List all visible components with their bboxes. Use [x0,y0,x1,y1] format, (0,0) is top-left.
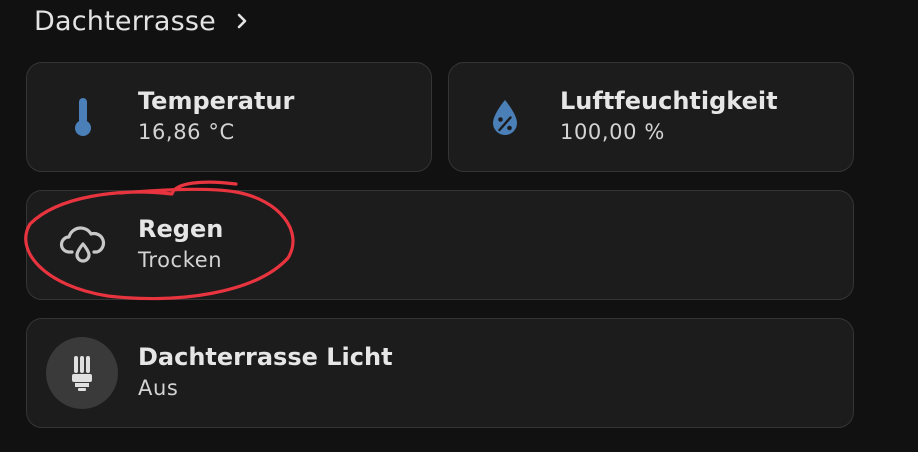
card-state: 16,86 °C [138,120,235,144]
lightbulb-cfl-icon[interactable] [46,337,118,409]
card-name: Luftfeuchtigkeit [560,87,778,115]
temperature-card[interactable]: Temperatur 16,86 °C [26,62,432,172]
light-card[interactable]: Dachterrasse Licht Aus [26,318,854,428]
card-name: Dachterrasse Licht [138,343,393,371]
area-title: Dachterrasse [34,5,216,37]
weather-rain-icon [47,209,119,281]
card-state: Aus [138,376,179,400]
chevron-right-icon [232,11,252,31]
area-header[interactable]: Dachterrasse [34,4,252,38]
thermometer-icon [47,81,119,153]
humidity-card[interactable]: Luftfeuchtigkeit 100,00 % [448,62,854,172]
card-name: Regen [138,215,224,243]
card-name: Temperatur [138,87,295,115]
card-state: 100,00 % [560,120,665,144]
water-percent-icon [469,81,541,153]
rain-card[interactable]: Regen Trocken [26,190,854,300]
card-state: Trocken [138,248,223,272]
